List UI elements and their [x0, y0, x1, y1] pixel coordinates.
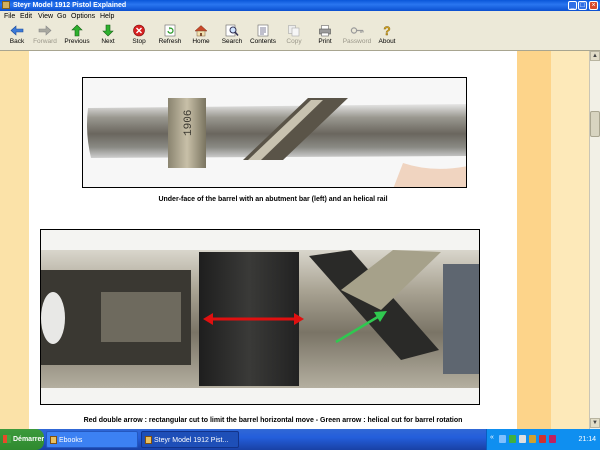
previous-button[interactable]: Previous: [60, 23, 94, 50]
next-button[interactable]: Next: [91, 23, 125, 50]
stop-button[interactable]: Stop: [122, 23, 156, 50]
copy-button[interactable]: Copy: [277, 23, 311, 50]
search-icon: [225, 24, 239, 37]
battery-icon[interactable]: [529, 435, 536, 443]
ebook-icon: [145, 436, 152, 444]
scroll-thumb[interactable]: [590, 111, 600, 137]
forward-button[interactable]: Forward: [28, 23, 62, 50]
caption-second: Red double arrow : rectangular cut to li…: [83, 417, 463, 424]
barrel-underside-photo: 1906: [82, 77, 467, 188]
caption-first: Under-face of the barrel with an abutmen…: [158, 196, 388, 203]
contents-icon: [257, 24, 269, 37]
home-icon: [194, 25, 208, 37]
menu-go[interactable]: Go: [57, 12, 66, 21]
antivirus-icon[interactable]: [539, 435, 546, 443]
security-icon[interactable]: [509, 435, 516, 443]
print-button[interactable]: Print: [308, 23, 342, 50]
menu-options[interactable]: Options: [71, 12, 95, 21]
window-title: Steyr Model 1912 Pistol Explained: [13, 2, 127, 9]
printer-icon: [319, 25, 331, 37]
taskbar-item-steyr[interactable]: Steyr Model 1912 Pist...: [141, 431, 239, 448]
scroll-up-button[interactable]: ▲: [590, 51, 600, 61]
home-button[interactable]: Home: [184, 23, 218, 50]
down-arrow-icon: [102, 24, 114, 37]
key-icon: [350, 27, 364, 34]
close-button[interactable]: ×: [589, 1, 598, 10]
messenger-icon[interactable]: [549, 435, 556, 443]
contents-button[interactable]: Contents: [246, 23, 280, 50]
app-icon: [2, 1, 10, 9]
volume-icon[interactable]: [519, 435, 526, 443]
search-button[interactable]: Search: [215, 23, 249, 50]
password-button[interactable]: Password: [340, 23, 374, 50]
maximize-button[interactable]: □: [578, 1, 587, 10]
menu-help[interactable]: Help: [100, 12, 114, 21]
taskbar-item-label: Steyr Model 1912 Pist...: [154, 437, 229, 444]
start-label: Démarrer: [13, 436, 45, 443]
taskbar: Démarrer Ebooks Steyr Model 1912 Pist...…: [0, 429, 600, 450]
print-label: Print: [318, 38, 332, 45]
back-arrow-icon: [10, 25, 24, 36]
windows-flag-icon: [3, 435, 11, 443]
barrel-cuts-image: [41, 230, 479, 404]
copy-icon: [288, 25, 300, 37]
up-arrow-icon: [71, 24, 83, 37]
menu-file[interactable]: File: [4, 12, 15, 21]
menu-edit[interactable]: Edit: [20, 12, 32, 21]
refresh-button[interactable]: Refresh: [153, 23, 187, 50]
tray-expand-icon[interactable]: «: [490, 434, 494, 441]
clock: 21:14: [578, 436, 596, 443]
svg-text:?: ?: [383, 24, 390, 37]
stop-label: Stop: [132, 38, 146, 45]
about-button[interactable]: ? About: [370, 23, 404, 50]
barrel-stamp: 1906: [183, 110, 195, 136]
search-label: Search: [221, 38, 243, 45]
system-tray: « 21:14: [486, 429, 600, 450]
barrel-underside-image: 1906: [83, 78, 466, 187]
page-border-stripe-light: [551, 51, 589, 429]
title-bar: Steyr Model 1912 Pistol Explained _ □ ×: [0, 0, 600, 11]
about-label: About: [378, 38, 396, 45]
content-area: 1906 Under-face of the barrel with an ab…: [0, 51, 589, 429]
scroll-down-button[interactable]: ▼: [590, 418, 600, 428]
barrel-cuts-photo: [40, 229, 480, 405]
copy-label: Copy: [286, 38, 302, 45]
minimize-button[interactable]: _: [568, 1, 577, 10]
forward-arrow-icon: [38, 25, 52, 36]
taskbar-item-label: Ebooks: [59, 437, 83, 444]
refresh-icon: [164, 24, 176, 37]
menu-view[interactable]: View: [38, 12, 53, 21]
home-label: Home: [192, 38, 210, 45]
network-icon[interactable]: [499, 435, 506, 443]
folder-icon: [50, 436, 57, 444]
next-label: Next: [101, 38, 115, 45]
page-border-stripe: [517, 51, 551, 429]
contents-label: Contents: [249, 38, 277, 45]
stop-icon: [133, 24, 145, 37]
start-button[interactable]: Démarrer: [0, 429, 44, 450]
toolbar: Back Forward Previous Next Stop Refresh …: [0, 22, 600, 51]
previous-label: Previous: [64, 38, 90, 45]
refresh-label: Refresh: [158, 38, 182, 45]
question-mark-icon: ?: [383, 24, 391, 37]
password-label: Password: [342, 38, 372, 45]
taskbar-item-ebooks[interactable]: Ebooks: [46, 431, 138, 448]
vertical-scrollbar[interactable]: ▲ ▼: [589, 51, 600, 429]
forward-label: Forward: [33, 38, 57, 45]
